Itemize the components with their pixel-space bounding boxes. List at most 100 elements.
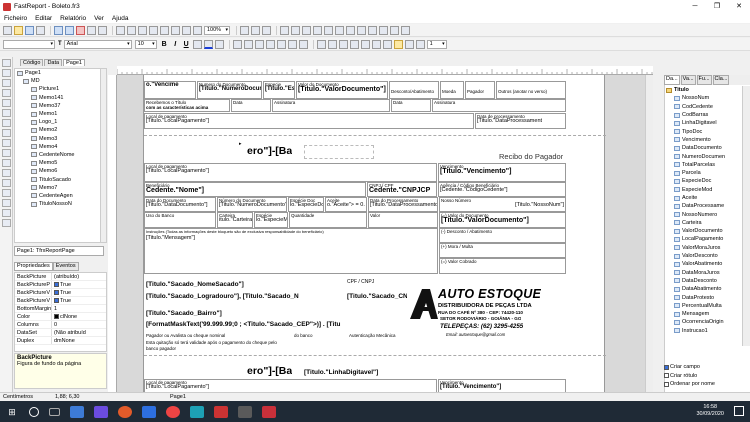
fit-grid-icon[interactable] xyxy=(262,25,271,35)
prop-row[interactable]: DataSet (Não atribuíd xyxy=(15,329,106,337)
memo-banco-codigo-2[interactable]: ero"]-[Ba xyxy=(247,365,292,377)
field-item[interactable]: NossoNum xyxy=(664,94,742,102)
align-grid-icon[interactable] xyxy=(251,25,260,35)
tree-item[interactable]: Memo2 xyxy=(15,126,106,134)
prop-row[interactable]: BackPictureV True xyxy=(15,289,106,297)
fill-color-icon[interactable] xyxy=(393,39,403,49)
ungroup-icon[interactable] xyxy=(193,25,202,35)
prop-row[interactable]: BackPicture (atribuído) xyxy=(15,273,106,281)
group-icon[interactable] xyxy=(182,25,191,35)
checkbox-icon[interactable] xyxy=(664,364,669,370)
text-center-icon[interactable] xyxy=(243,39,253,49)
memo-data-2[interactable]: Data xyxy=(391,99,431,112)
design-canvas[interactable]: o."Vencime Numero do Documento [Titulo."N… xyxy=(117,75,653,392)
option-criar-rotulo[interactable]: Criar rótulo xyxy=(664,372,750,381)
memo-vencimento[interactable]: Vencimento [Titulo."Vencimento"] xyxy=(438,163,566,182)
memo-data-documento[interactable]: Data do Documento [Titulo."DataDocumento"… xyxy=(144,197,216,212)
line-tool-icon[interactable] xyxy=(2,139,11,147)
memo-data-proc[interactable]: Data do Processamento [Titulo."DataProces… xyxy=(368,197,438,212)
search-icon[interactable] xyxy=(29,406,39,417)
font-color-icon[interactable] xyxy=(203,39,213,49)
delete-page-icon[interactable] xyxy=(76,25,85,35)
memo-local-pagamento-2[interactable]: Local de pagamento [Titulo."LocalPagament… xyxy=(144,163,437,182)
hand-tool-icon[interactable] xyxy=(2,69,11,77)
tab-classes[interactable]: Cla... xyxy=(712,75,730,85)
field-item[interactable]: TipoDoc xyxy=(664,127,742,135)
tree-item[interactable]: Memo37 xyxy=(15,102,106,110)
font-size-combo[interactable]: 10 xyxy=(134,39,157,49)
memo-assinatura[interactable]: Assinatura xyxy=(272,99,390,112)
field-item[interactable]: Instrucao1 xyxy=(664,327,742,335)
memo-assinatura-2[interactable]: Assinatura xyxy=(432,99,566,112)
frame-right-icon[interactable] xyxy=(349,39,359,49)
text-tool-icon[interactable] xyxy=(2,89,11,97)
text-left-icon[interactable] xyxy=(232,39,242,49)
field-item[interactable]: NumeroDocumen xyxy=(664,152,742,160)
text-bottom-icon[interactable] xyxy=(298,39,308,49)
menu-ficheiro[interactable]: Ficheiro xyxy=(4,15,27,22)
band-tool-icon[interactable] xyxy=(2,99,11,107)
text-justify-icon[interactable] xyxy=(265,39,275,49)
memo-recebemos[interactable]: Recebemos o Título com as características… xyxy=(144,99,230,112)
tab-dados[interactable]: Da... xyxy=(664,75,680,85)
field-list-scrollbar[interactable] xyxy=(742,86,750,346)
tree-item[interactable]: Page1 xyxy=(15,69,106,77)
memo-outros[interactable]: Outros (anotar no verso) xyxy=(496,81,566,99)
prop-row[interactable]: BackPictureV True xyxy=(15,297,106,305)
tab-codigo[interactable]: Código xyxy=(20,59,44,66)
more-tools-icon[interactable] xyxy=(2,219,11,227)
field-item[interactable]: PercentualMulta xyxy=(664,302,742,310)
checkbox-icon[interactable] xyxy=(664,373,669,379)
memo-nosso-numero[interactable]: Nosso Número [Titulo."NossoNum"] xyxy=(439,197,566,212)
frame-none-icon[interactable] xyxy=(371,39,381,49)
shape-tool-icon[interactable] xyxy=(2,149,11,157)
tree-item[interactable]: Memo7 xyxy=(15,184,106,192)
align-top-icon[interactable] xyxy=(313,25,322,35)
vpn-icon[interactable] xyxy=(142,405,156,418)
prop-row[interactable]: BottomMargin 1 xyxy=(15,305,106,313)
memo-pagador[interactable]: Pagador xyxy=(465,81,495,99)
memo-data-processamento[interactable]: Data de processamento [Titulo."DataProces… xyxy=(475,113,566,129)
table-tool-icon[interactable] xyxy=(2,209,11,217)
memo-local-pagamento[interactable]: Local de pagamento [Titulo."LocalPagament… xyxy=(144,113,474,129)
tree-item[interactable]: CedenteAgen xyxy=(15,192,106,200)
checkbox-icon[interactable] xyxy=(54,282,59,288)
field-item[interactable]: DataDocumento xyxy=(664,144,742,152)
new-dialog-icon[interactable] xyxy=(65,25,74,35)
font-name-combo[interactable]: Arial xyxy=(63,39,132,49)
picture-tool-icon[interactable] xyxy=(2,119,11,127)
tab-funcoes[interactable]: Fu... xyxy=(696,75,712,85)
align-center-icon[interactable] xyxy=(291,25,300,35)
option-criar-campo[interactable]: Criar campo xyxy=(664,363,750,372)
checkbox-icon[interactable] xyxy=(664,381,669,387)
memo-sacado-bairro[interactable]: [Titulo."Sacado_Bairro"] xyxy=(146,310,222,317)
crosstab-tool-icon[interactable] xyxy=(2,199,11,207)
memo-aceite[interactable]: Aceite o."Aceite"> = 0. xyxy=(325,197,367,212)
field-item[interactable]: CodCedente xyxy=(664,103,742,111)
underline-button[interactable]: U xyxy=(182,41,191,48)
field-item[interactable]: NossoNumero xyxy=(664,210,742,218)
field-item[interactable]: Aceite xyxy=(664,194,742,202)
memo-quantidade[interactable]: Quantidade xyxy=(289,212,367,228)
subreport-tool-icon[interactable] xyxy=(2,129,11,137)
app-icon-gray[interactable] xyxy=(238,405,252,418)
memo-sacado-cnpj[interactable]: [Titulo."Sacado_CNP xyxy=(347,293,407,300)
tree-scrollbar[interactable] xyxy=(100,69,106,242)
memo-sacado-logradouro[interactable]: [Titulo."Sacado_Logradouro"], [Titulo."S… xyxy=(146,293,346,300)
align-middle-icon[interactable] xyxy=(324,25,333,35)
memo-data[interactable]: Data xyxy=(231,99,271,112)
memo-especie-doc[interactable]: Espécie Doc lo."EspecieDo xyxy=(288,197,324,212)
chart-tool-icon[interactable] xyxy=(2,169,11,177)
new-page-icon[interactable] xyxy=(54,25,63,35)
memo-linha-digitavel-placeholder[interactable] xyxy=(304,145,374,159)
memo-do-banco[interactable]: do banco xyxy=(294,333,313,338)
field-item[interactable]: Parcela xyxy=(664,169,742,177)
open-icon[interactable] xyxy=(14,25,23,35)
memo-especie-2[interactable]: Espécie lo."EspecieM xyxy=(254,212,288,228)
field-item[interactable]: EspecieDoc xyxy=(664,177,742,185)
prop-row[interactable]: Duplex dmNone xyxy=(15,337,106,345)
page-settings-icon[interactable] xyxy=(87,25,96,35)
save-icon[interactable] xyxy=(25,25,34,35)
memo-moeda[interactable]: Moeda xyxy=(440,81,464,99)
dataset-item[interactable]: Titulo xyxy=(664,86,742,94)
